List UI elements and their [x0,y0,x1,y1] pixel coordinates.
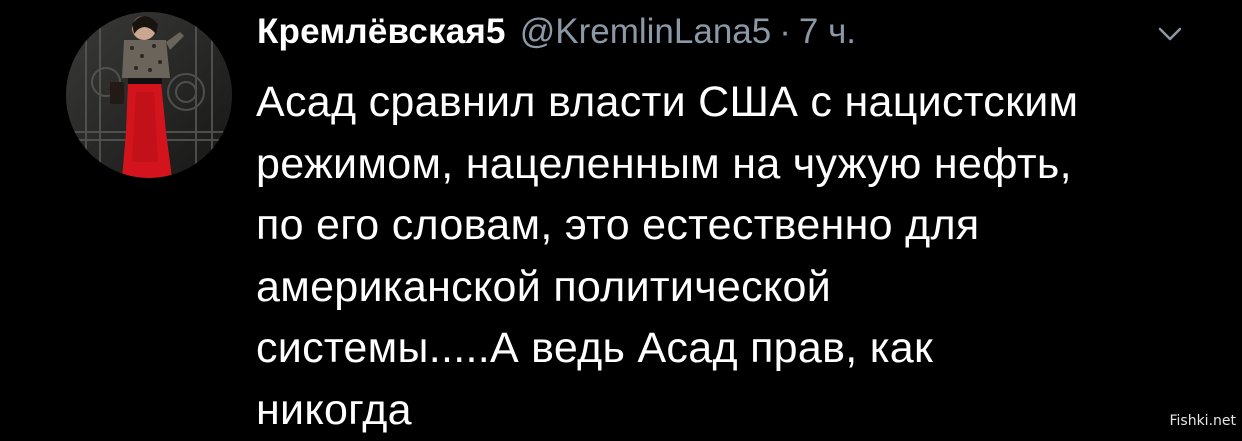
tweet-timestamp[interactable]: 7 ч. [799,12,856,52]
watermark: Fishki.net [1169,413,1236,429]
tweet-text: Асад сравнил власти США с нацистским реж… [256,72,1196,441]
tweet-menu-button[interactable] [1152,22,1188,46]
tweet-text-line: американской политической [256,257,1196,319]
avatar-image [66,12,232,178]
tweet-text-line: по его словам, это естественно для [256,195,1196,257]
chevron-down-icon [1152,22,1188,46]
author-handle[interactable]: @KremlinLana5 [520,12,772,52]
avatar[interactable] [66,12,232,178]
author-display-name[interactable]: Кремлёвская5 [257,12,506,52]
tweet-header: Кремлёвская5 @KremlinLana5 · 7 ч. [257,12,856,64]
tweet-card[interactable]: Кремлёвская5 @KremlinLana5 · 7 ч. Асад с… [0,0,1242,437]
tweet-text-line: никогда [256,380,1196,441]
tweet-text-line: режимом, нацеленным на чужую нефть, [256,134,1196,196]
tweet-text-line: системы.....А ведь Асад прав, как [256,318,1196,380]
tweet-text-line: Асад сравнил власти США с нацистским [256,72,1196,134]
header-separator: · [779,12,791,52]
